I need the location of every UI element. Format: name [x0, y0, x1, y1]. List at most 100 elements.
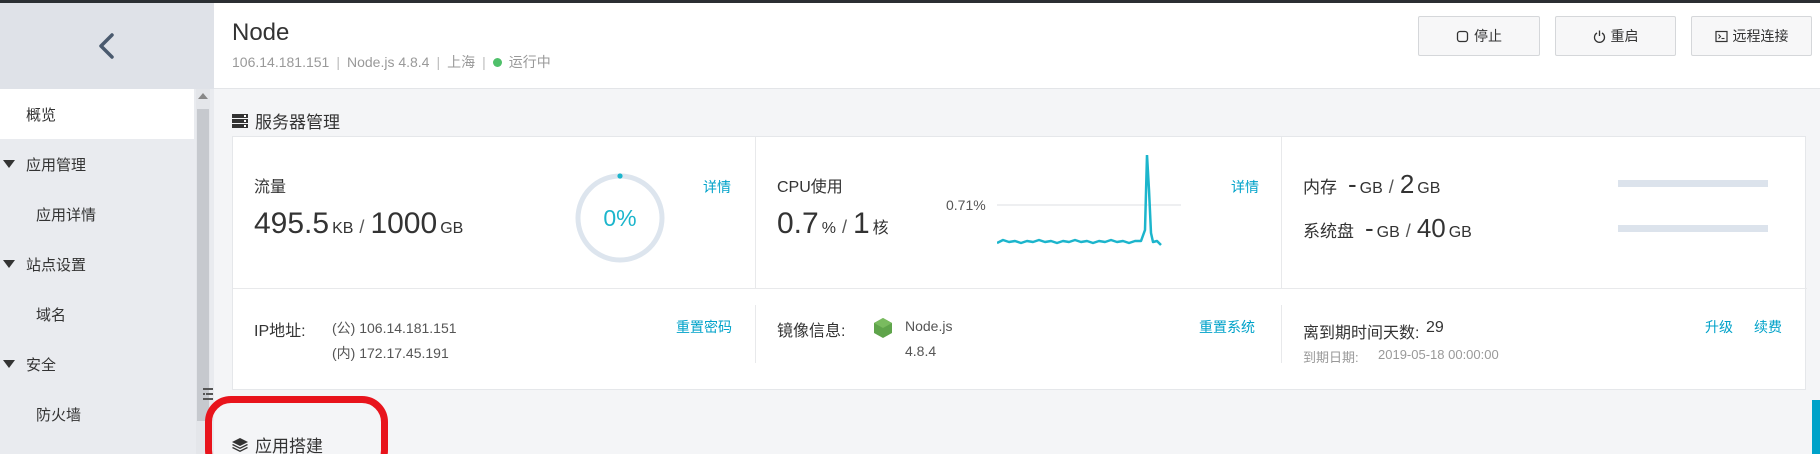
slash: / — [359, 217, 365, 237]
cpu-label: CPU使用 — [777, 179, 843, 196]
traffic-label: 流量 — [254, 179, 287, 196]
server-icon — [232, 113, 248, 128]
expiry-days-value: 29 — [1426, 319, 1444, 336]
slash: / — [1388, 177, 1394, 197]
terminal-icon — [1714, 30, 1728, 42]
memory-label: 内存 — [1303, 178, 1337, 197]
memory-used-unit: GB — [1359, 180, 1383, 197]
reset-password-link[interactable]: 重置密码 — [676, 317, 732, 337]
page-title: Node — [232, 19, 290, 46]
page-header: Node 106.14.181.151 | Node.js 4.8.4 | 上海… — [214, 3, 1820, 89]
image-label: 镜像信息: — [777, 323, 846, 340]
instance-runtime: Node.js 4.8.4 — [346, 54, 430, 70]
sidebar-item-label: 安全 — [26, 356, 57, 374]
disk-total-unit: GB — [1448, 224, 1472, 241]
separator: | — [482, 54, 486, 70]
traffic-total-unit: GB — [440, 220, 464, 237]
instance-ip: 106.14.181.151 — [232, 54, 330, 70]
cpu-sparkline — [997, 155, 1181, 246]
stop-button[interactable]: 停止 — [1418, 16, 1540, 56]
divider — [755, 305, 756, 363]
upgrade-link[interactable]: 升级 — [1705, 317, 1733, 337]
traffic-ring-chart: 0% — [575, 173, 665, 263]
memory-total-unit: GB — [1417, 180, 1441, 197]
stop-icon — [1456, 30, 1469, 42]
sidebar-item-label: 防火墙 — [36, 406, 82, 424]
reset-system-link[interactable]: 重置系统 — [1199, 317, 1255, 337]
caret-down-icon — [3, 260, 15, 268]
image-version: 4.8.4 — [905, 343, 937, 359]
sidebar-item-label: 应用管理 — [26, 156, 87, 174]
expiry-date-label: 到期日期: — [1303, 350, 1359, 365]
cpu-unit: % — [821, 220, 836, 237]
disk-row: 系统盘 - GB / 40 GB — [1303, 213, 1472, 244]
collapse-sidebar-icon[interactable] — [201, 386, 215, 404]
server-card: 流量 495.5 KB / 1000 GB 0% 详情 CPU使用 0.7 % … — [232, 136, 1807, 390]
renew-link[interactable]: 续费 — [1754, 317, 1782, 337]
stop-button-label: 停止 — [1474, 28, 1502, 44]
cpu-cores: 1 — [852, 207, 870, 240]
sidebar-group-security[interactable]: 安全 — [0, 339, 194, 389]
sidebar-item-label: 域名 — [36, 306, 67, 324]
restart-button[interactable]: 重启 — [1555, 16, 1676, 56]
divider — [1281, 137, 1282, 288]
back-button[interactable] — [0, 3, 214, 89]
disk-usage-bar — [1618, 225, 1768, 232]
cpu-peak-label: 0.71% — [946, 197, 986, 213]
status-dot-icon — [492, 57, 502, 67]
status-text: 运行中 — [508, 54, 551, 70]
traffic-percent: 0% — [603, 205, 636, 231]
sidebar-item-domain[interactable]: 域名 — [0, 289, 194, 339]
disk-label: 系统盘 — [1303, 222, 1354, 241]
caret-down-icon — [3, 360, 15, 368]
remote-connect-button[interactable]: 远程连接 — [1691, 16, 1812, 56]
section-title: 服务器管理 — [255, 113, 340, 132]
ring-progress — [617, 173, 623, 179]
divider — [755, 137, 756, 288]
power-icon — [1593, 30, 1605, 43]
image-name: Node.js — [905, 318, 953, 334]
disk-total: 40 — [1416, 213, 1446, 243]
sidebar-item-label: 应用详情 — [36, 206, 97, 224]
public-ip: (公) 106.14.181.151 — [332, 320, 457, 336]
cpu-usage: 0.7 — [777, 207, 819, 240]
separator: | — [336, 54, 340, 70]
sidebar-item-app-details[interactable]: 应用详情 — [0, 189, 194, 239]
separator: | — [436, 54, 441, 70]
cpu-cores-unit: 核 — [872, 220, 889, 237]
page-scrollbar[interactable] — [1812, 400, 1820, 454]
sidebar-item-firewall[interactable]: 防火墙 — [0, 389, 194, 439]
disk-used: - — [1365, 213, 1374, 243]
instance-region: 上海 — [447, 54, 476, 70]
slash: / — [1405, 221, 1411, 241]
sidebar-nav: 概览 应用管理 应用详情 站点设置 域名 安全 防火墙 — [0, 89, 194, 439]
scrollbar-thumb[interactable] — [197, 109, 209, 421]
memory-total: 2 — [1399, 169, 1415, 199]
slash: / — [841, 217, 847, 237]
nodejs-icon — [874, 318, 892, 338]
expiry-days-label: 离到期时间天数: — [1303, 325, 1420, 342]
sidebar-group-app-management[interactable]: 应用管理 — [0, 139, 194, 189]
divider — [233, 288, 1807, 289]
ip-label: IP地址: — [254, 323, 306, 340]
disk-used-unit: GB — [1376, 224, 1400, 241]
private-ip: (内) 172.17.45.191 — [332, 345, 449, 361]
instance-info: 106.14.181.151 | Node.js 4.8.4 | 上海 | 运行… — [232, 52, 551, 72]
remote-connect-button-label: 远程连接 — [1732, 28, 1789, 44]
restart-button-label: 重启 — [1610, 28, 1639, 44]
traffic-used-unit: KB — [332, 220, 354, 237]
cpu-details-link[interactable]: 详情 — [1231, 177, 1259, 197]
traffic-used: 495.5 — [254, 207, 330, 240]
cpu-value: 0.7 % / 1 核 — [777, 207, 889, 241]
chevron-left-icon — [99, 33, 114, 59]
traffic-total: 1000 — [370, 207, 438, 240]
memory-row: 内存 - GB / 2 GB — [1303, 169, 1440, 200]
server-management-heading: 服务器管理 — [232, 108, 340, 133]
traffic-details-link[interactable]: 详情 — [703, 177, 731, 197]
cpu-usage-line — [997, 155, 1162, 246]
divider — [1281, 305, 1282, 363]
scroll-up-arrow-icon[interactable] — [198, 93, 208, 99]
sidebar-group-site-settings[interactable]: 站点设置 — [0, 239, 194, 289]
sidebar-item-overview[interactable]: 概览 — [0, 89, 194, 139]
sidebar-item-label: 站点设置 — [26, 256, 87, 274]
